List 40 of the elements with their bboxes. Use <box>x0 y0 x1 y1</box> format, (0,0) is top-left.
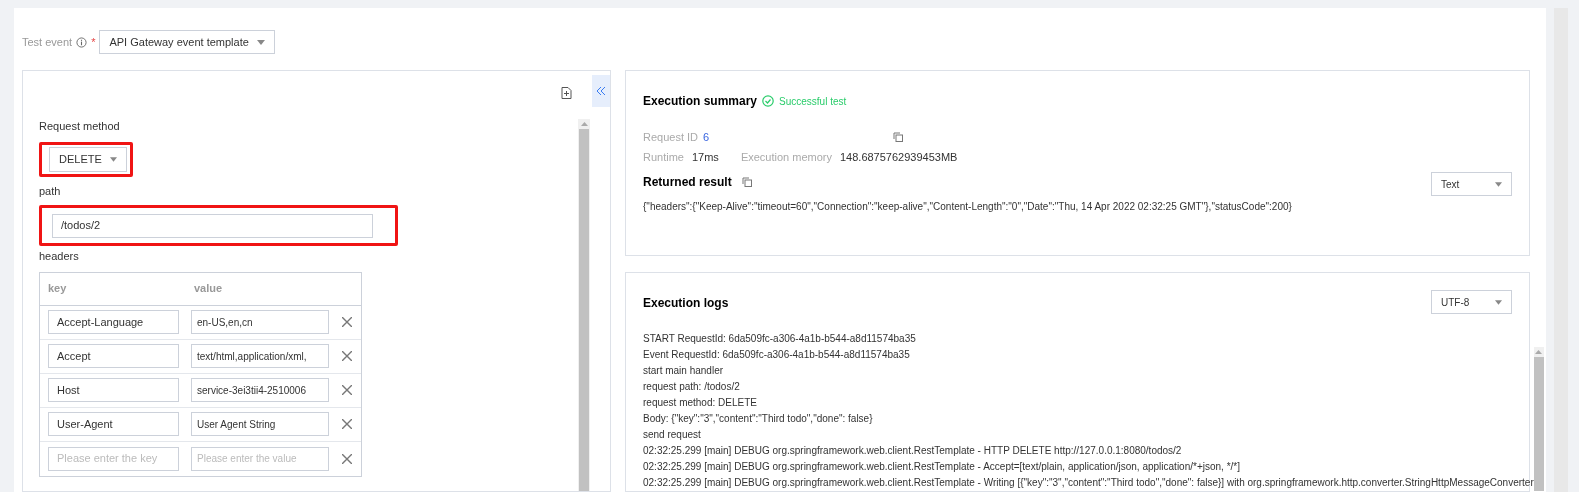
format-select[interactable]: Text <box>1431 172 1512 196</box>
log-line: request method: DELETE <box>643 396 758 410</box>
log-line: Event RequestId: 6da509fc-a306-4a1b-b544-a8d11574ba35 <box>643 348 911 362</box>
field-label: headers <box>39 249 80 264</box>
request-id: 6 <box>703 129 710 145</box>
log-line: send request <box>643 428 702 442</box>
key-field[interactable]: Accept <box>48 344 179 368</box>
log-line: request path: /todos/2 <box>643 380 741 394</box>
log-line: start main handler <box>643 364 725 378</box>
status-text: Successful test <box>779 94 847 109</box>
field-label: Test event <box>22 34 73 50</box>
key-field[interactable]: User-Agent <box>48 412 179 436</box>
method-select[interactable]: DELETE <box>49 146 127 172</box>
key-field[interactable]: Accept-Language <box>48 310 179 334</box>
log-line: 02:32:25.299 [main] DEBUG org.springframework.web.client.RestTemplate - Writing [{"key":"3","content":"Third todo","done": false}] with org.springframework.http.converter.StringHttpMessageConverter <box>643 476 1534 490</box>
required-mark: * <box>91 34 96 50</box>
value-field[interactable]: en-US,en,cn <box>191 310 329 334</box>
field-label: path <box>39 183 62 199</box>
log-line: Body: {"key":"3","content":"Third todo","done": false} <box>643 412 874 426</box>
memory-value: 148.6875762939453MB <box>839 149 958 165</box>
log-line: 02:32:25.299 [main] DEBUG org.springframework.web.client.RestTemplate - Accept=[text/plain, application/json, application/*+json, */*] <box>643 460 1241 474</box>
field-label: Request method <box>39 119 121 134</box>
value-field[interactable]: service-3ei3tii4-2510006 <box>191 378 329 402</box>
log-line: 02:32:25.299 [main] DEBUG org.springframework.web.client.RestTemplate - HTTP DELETE http://127.0.0.1:8080/todos/2 <box>643 444 1183 458</box>
field-label: Execution memory <box>740 149 832 165</box>
value-field[interactable]: text/html,application/xml, <box>191 344 329 368</box>
column-header: value <box>193 281 223 297</box>
section-title: Returned result <box>643 174 732 191</box>
section-title: Execution summary <box>643 93 758 110</box>
value-field[interactable]: User Agent String <box>191 412 329 436</box>
log-line: START RequestId: 6da509fc-a306-4a1b-b544-a8d11574ba35 <box>643 332 917 346</box>
encoding-select[interactable]: UTF-8 <box>1431 290 1512 314</box>
field-label: Runtime <box>643 149 684 165</box>
runtime-value: 17ms <box>691 149 719 165</box>
path-field[interactable]: /todos/2 <box>52 213 373 238</box>
section-title: Execution logs <box>643 295 729 312</box>
column-header: key <box>47 281 68 297</box>
key-field[interactable]: Host <box>48 378 179 402</box>
result-text: {"headers":{"Keep-Alive":"timeout=60","Connection":"keep-alive","Content-Length":"0","Date":"Thu, 14 Apr 2022 02:32:25 GMT"},"statusCode":200} <box>643 200 1293 214</box>
event-template-select[interactable]: API Gateway event template <box>99 30 275 54</box>
